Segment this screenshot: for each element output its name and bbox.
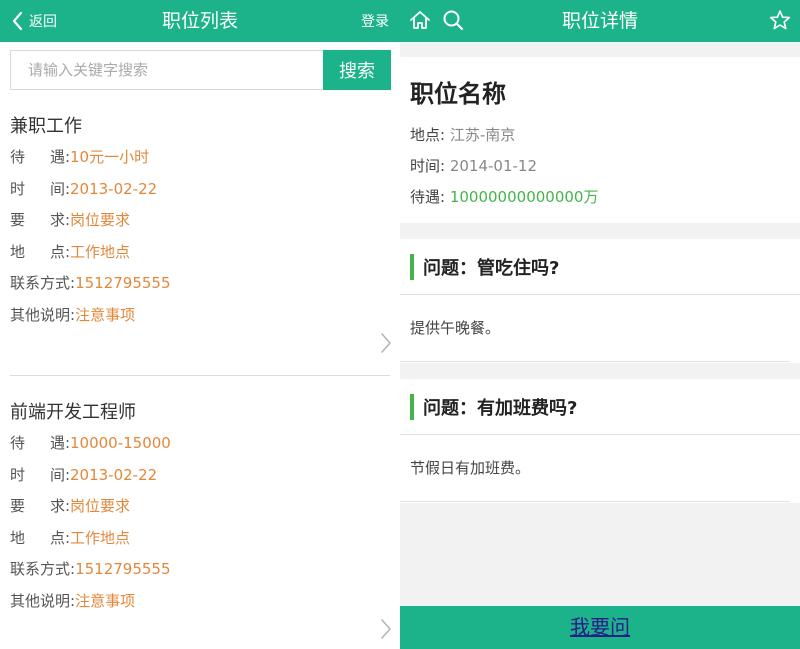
job-detail-screen: 职位详情 职位名称 地点: 江苏-南京 时间: 2014-01-12 待遇: 1… xyxy=(400,0,800,649)
job-row-time: 时间: 2013-02-22 xyxy=(10,174,390,206)
row-label: 时间: xyxy=(10,179,70,198)
search-bar: 搜索 xyxy=(10,50,391,90)
row-label: 联系方式: xyxy=(10,560,76,578)
row-label: 其他说明: xyxy=(10,305,76,324)
row-label: 地点: xyxy=(10,242,70,261)
job-row-notes: 其他说明: 注意事项 xyxy=(10,300,390,332)
search-button[interactable]: 搜索 xyxy=(323,50,391,90)
location-value: 江苏-南京 xyxy=(449,126,516,144)
job-list-item[interactable]: 兼职工作 待遇: 10元一小时 时间: 2013-02-22 要求: 岗位要求 … xyxy=(10,110,392,376)
row-label: 地点: xyxy=(10,528,70,547)
ask-question-link[interactable]: 我要问 xyxy=(570,615,630,639)
page-title: 职位列表 xyxy=(161,10,238,32)
row-value: 岗位要求 xyxy=(70,497,131,515)
row-label: 要求: xyxy=(10,211,70,229)
answer-text: 提供午晚餐。 xyxy=(400,295,790,362)
question-accent-bar xyxy=(410,393,414,420)
job-row-time: 时间: 2013-02-22 xyxy=(10,460,390,492)
row-value: 工作地点 xyxy=(70,242,131,261)
question-header: 问题：有加班费吗? xyxy=(400,379,800,435)
row-value: 岗位要求 xyxy=(70,211,131,229)
time-value: 2014-01-12 xyxy=(449,157,538,175)
job-title: 兼职工作 xyxy=(10,116,82,137)
row-label: 待遇: xyxy=(10,148,70,166)
login-button[interactable]: 登录 xyxy=(361,0,389,44)
row-value: 注意事项 xyxy=(75,591,136,610)
row-label: 联系方式: xyxy=(10,274,76,292)
row-label: 要求: xyxy=(10,497,70,515)
row-value: 10000-15000 xyxy=(70,434,171,452)
job-title: 前端开发工程师 xyxy=(10,402,136,423)
row-value: 2013-02-22 xyxy=(70,465,158,484)
job-row-contact: 联系方式: 1512795555 xyxy=(10,554,390,586)
job-list-item[interactable]: 前端开发工程师 待遇: 10000-15000 时间: 2013-02-22 要… xyxy=(10,396,392,646)
job-detail-header: 职位详情 xyxy=(400,0,800,42)
question-header: 问题：管吃住吗? xyxy=(400,239,800,295)
time-row: 时间: 2014-01-12 xyxy=(410,151,800,182)
star-icon[interactable] xyxy=(769,9,791,31)
question-text: 问题：管吃住吗? xyxy=(423,257,560,279)
job-list-header: 返回 职位列表 登录 xyxy=(0,0,400,42)
ask-question-bar: 我要问 xyxy=(400,606,800,649)
job-list-screen: 返回 职位列表 登录 搜索 兼职工作 待遇: 10元一小时 时间: 2013-0… xyxy=(0,0,400,649)
row-label: 时间: xyxy=(10,465,70,484)
row-value: 2013-02-22 xyxy=(70,179,158,198)
pay-value: 10000000000000万 xyxy=(449,188,599,206)
row-label: 待遇: xyxy=(10,434,70,452)
job-name: 职位名称 xyxy=(410,80,506,108)
location-row: 地点: 江苏-南京 xyxy=(410,120,800,151)
job-row-contact: 联系方式: 1512795555 xyxy=(10,268,390,300)
row-value: 1512795555 xyxy=(75,274,171,292)
chevron-right-icon xyxy=(380,618,392,640)
page-title: 职位详情 xyxy=(561,10,638,32)
job-info-card: 职位名称 地点: 江苏-南京 时间: 2014-01-12 待遇: 100000… xyxy=(400,57,800,223)
row-label: 其他说明: xyxy=(10,591,76,610)
row-value: 注意事项 xyxy=(75,305,136,324)
row-value: 10元一小时 xyxy=(70,148,150,166)
job-row-pay: 待遇: 10000-15000 xyxy=(10,428,390,460)
location-label: 地点: xyxy=(410,126,446,144)
search-input[interactable] xyxy=(10,50,323,90)
job-row-requirement: 要求: 岗位要求 xyxy=(10,205,390,237)
row-value: 1512795555 xyxy=(75,560,171,578)
chevron-right-icon xyxy=(380,332,392,354)
row-value: 工作地点 xyxy=(70,528,131,547)
job-row-location: 地点: 工作地点 xyxy=(10,523,390,555)
job-row-requirement: 要求: 岗位要求 xyxy=(10,491,390,523)
job-row-location: 地点: 工作地点 xyxy=(10,237,390,269)
question-accent-bar xyxy=(410,253,414,280)
pay-label: 待遇: xyxy=(410,188,446,206)
job-row-notes: 其他说明: 注意事项 xyxy=(10,586,390,618)
answer-text: 节假日有加班费。 xyxy=(400,435,790,502)
qa-card: 问题：管吃住吗? 提供午晚餐。 xyxy=(400,239,800,363)
qa-card: 问题：有加班费吗? 节假日有加班费。 xyxy=(400,379,800,503)
question-text: 问题：有加班费吗? xyxy=(423,397,578,419)
time-label: 时间: xyxy=(410,157,446,175)
pay-row: 待遇: 10000000000000万 xyxy=(410,182,800,213)
job-row-pay: 待遇: 10元一小时 xyxy=(10,142,390,174)
